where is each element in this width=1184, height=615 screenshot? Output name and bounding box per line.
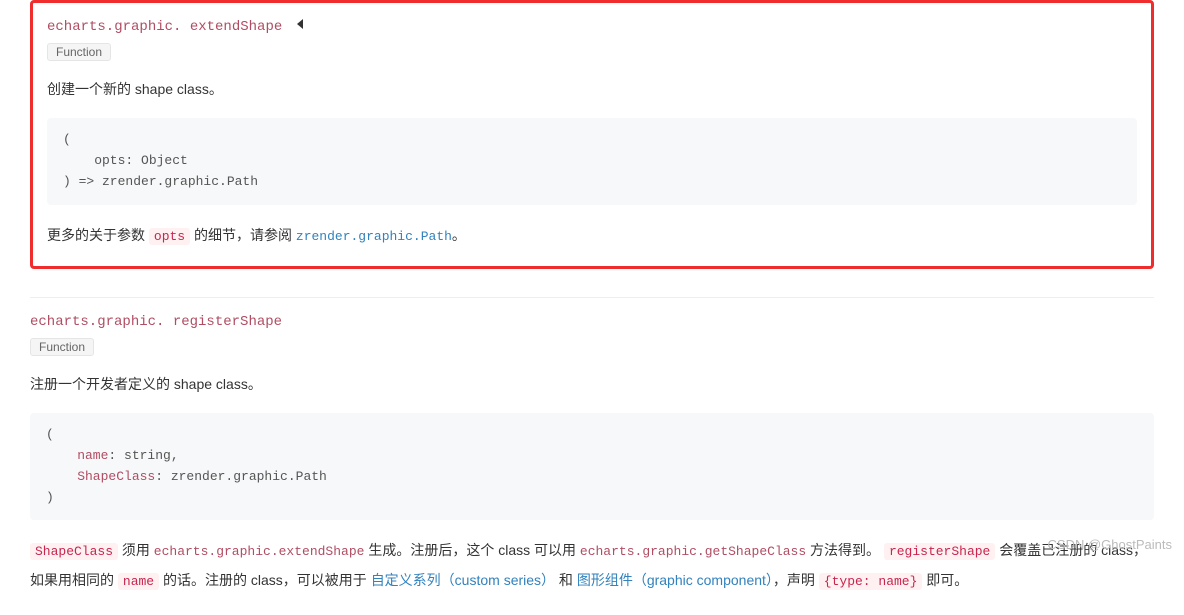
highlighted-doc-section: echarts.graphic. extendShape Function 创建… [30,0,1154,269]
opts-inline-code: opts [149,228,190,245]
custom-series-link[interactable]: 自定义系列（custom series） [371,572,555,588]
name-inline-code: name [118,573,159,590]
namespace-text: echarts.graphic. [47,19,190,35]
registershape-inline-code: registerShape [884,543,995,560]
type-name-inline-code: {type: name} [819,573,923,590]
type-tag: Function [30,338,94,356]
getshapeclass-inline-code: echarts.graphic.getShapeClass [580,544,806,559]
type-tag: Function [47,43,111,61]
paragraph: 更多的关于参数 opts 的细节，请参阅 zrender.graphic.Pat… [47,221,1137,250]
namespace-text: echarts.graphic. [30,314,173,330]
description-text: 创建一个新的 shape class。 [47,77,1137,102]
signature-code-block: ( name: string, ShapeClass: zrender.grap… [30,413,1154,520]
section-divider [30,297,1154,298]
shapeclass-inline-code: ShapeClass [30,543,118,560]
collapse-toggle-icon[interactable] [297,19,303,29]
method-name: extendShape [190,19,282,35]
paragraph: ShapeClass 须用 echarts.graphic.extendShap… [30,536,1154,595]
api-title-registershape[interactable]: echarts.graphic. registerShape [30,314,1154,330]
doc-section-registershape: echarts.graphic. registerShape Function … [30,297,1154,595]
method-name: registerShape [173,314,282,330]
description-text: 注册一个开发者定义的 shape class。 [30,372,1154,397]
graphic-component-link[interactable]: 图形组件（graphic component） [577,572,773,588]
api-title-extendshape[interactable]: echarts.graphic. extendShape [47,19,1137,35]
extendshape-inline-code: echarts.graphic.extendShape [154,544,365,559]
zrender-path-link[interactable]: zrender.graphic.Path [296,229,452,244]
signature-code-block: ( opts: Object ) => zrender.graphic.Path [47,118,1137,204]
